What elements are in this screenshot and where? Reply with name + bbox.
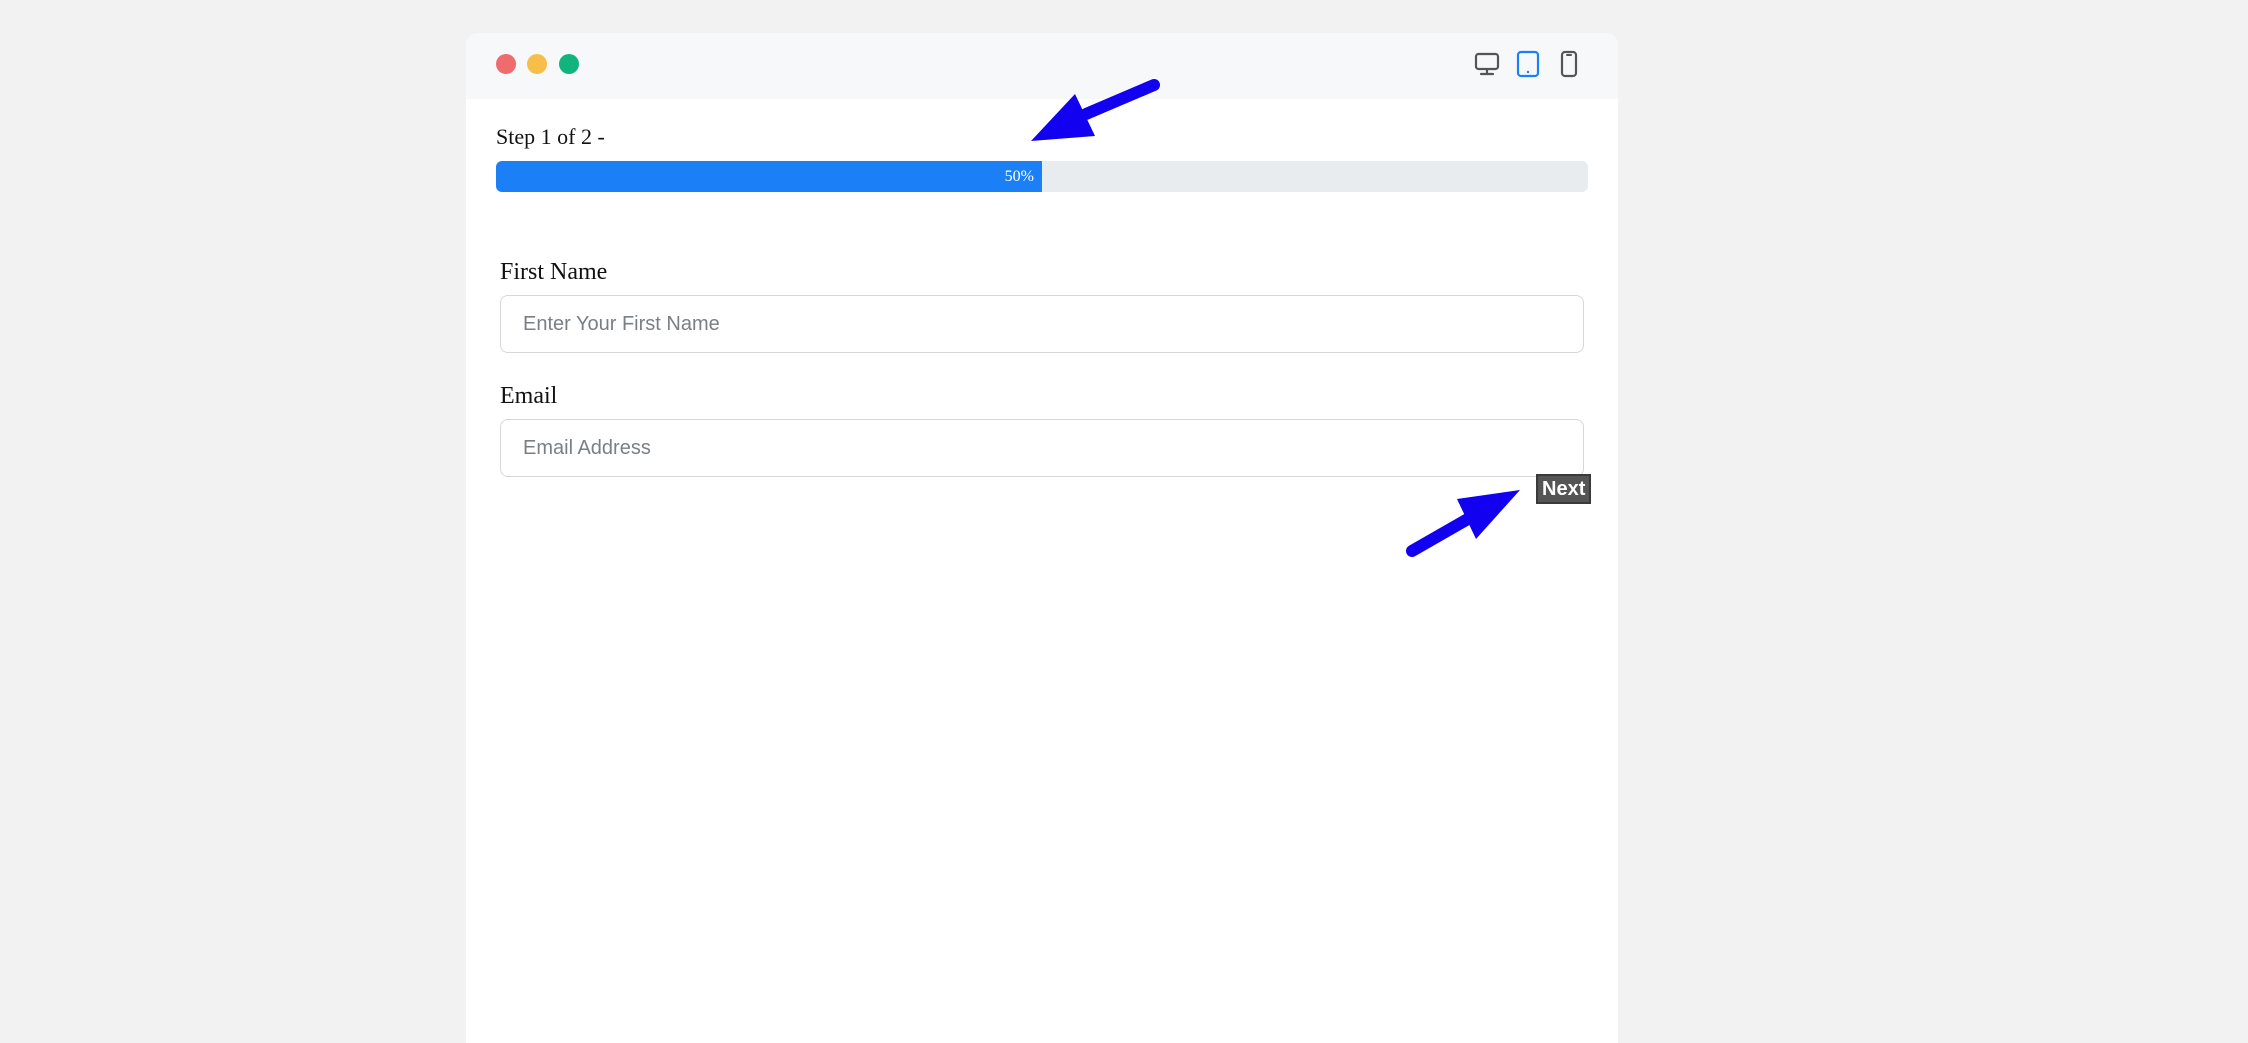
close-window-button[interactable] bbox=[496, 54, 516, 74]
first-name-label: First Name bbox=[500, 259, 608, 285]
first-name-input[interactable] bbox=[500, 295, 1584, 353]
progress-label: 50% bbox=[1004, 168, 1034, 185]
desktop-icon[interactable] bbox=[1472, 48, 1502, 80]
next-button[interactable]: Next bbox=[1536, 474, 1592, 504]
tablet-icon[interactable] bbox=[1514, 48, 1542, 80]
browser-window: Step 1 of 2 - 50% First Name Email Next bbox=[466, 33, 1618, 1043]
window-titlebar bbox=[466, 33, 1618, 99]
step-indicator: Step 1 of 2 - bbox=[496, 124, 605, 149]
email-input[interactable] bbox=[500, 419, 1584, 477]
email-label: Email bbox=[500, 383, 558, 409]
minimize-window-button[interactable] bbox=[527, 54, 547, 74]
progress-bar: 50% bbox=[496, 161, 1588, 192]
maximize-window-button[interactable] bbox=[559, 54, 579, 74]
progress-fill: 50% bbox=[496, 161, 1042, 192]
mobile-icon[interactable] bbox=[1557, 48, 1581, 80]
